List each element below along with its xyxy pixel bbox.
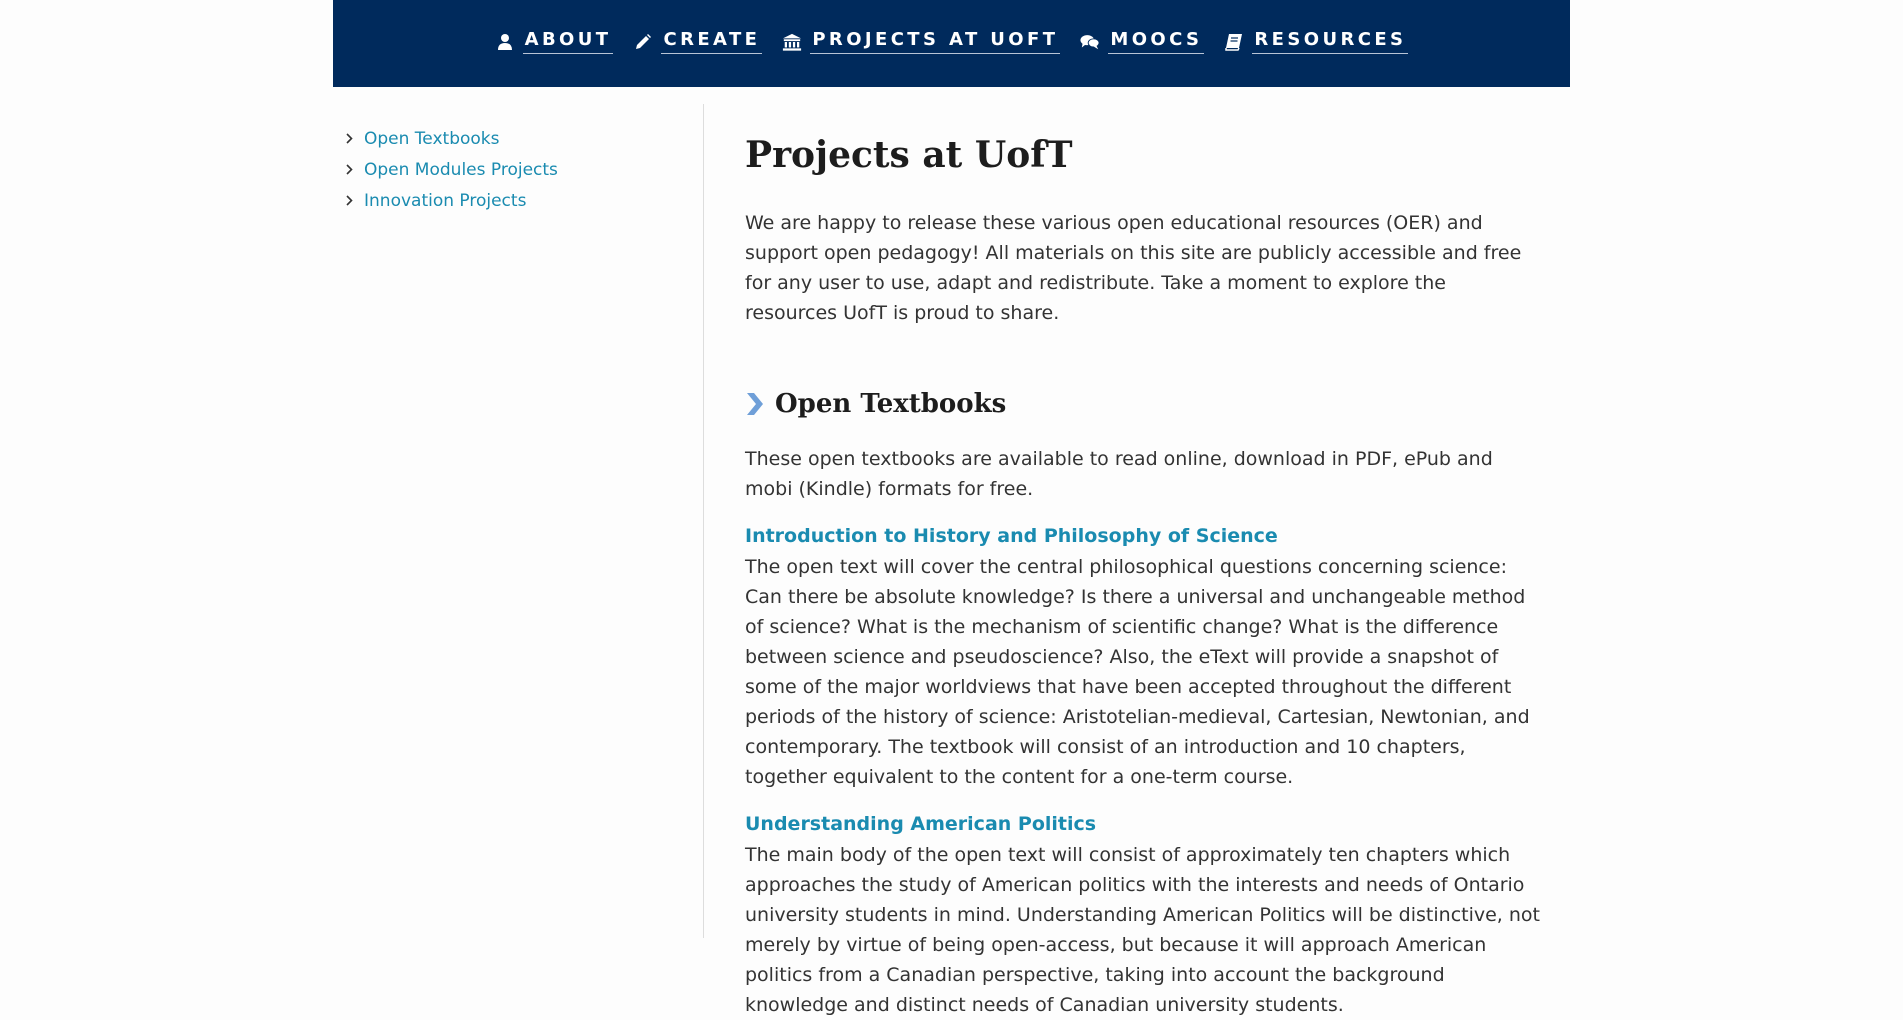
sidebar: Open Textbooks Open Modules Projects Inn… [344,123,684,216]
main-content: Projects at UofT We are happy to release… [745,130,1540,1020]
section-header: Open Textbooks [745,386,1540,422]
sidebar-item-label: Innovation Projects [364,190,527,211]
nav-about-label: ABOUT [522,30,614,54]
chevron-right-icon [344,164,354,175]
sidebar-item-label: Open Modules Projects [364,159,558,180]
column-divider [703,104,704,938]
comments-icon [1080,32,1100,52]
nav-create-label: CREATE [661,30,763,54]
project-item: Understanding American Politics The main… [745,810,1540,1020]
nav-create[interactable]: CREATE [633,30,763,54]
main-nav: ABOUT CREATE PROJECTS AT UOFT MOOCS RESO… [333,30,1570,54]
nav-moocs[interactable]: MOOCS [1080,30,1205,54]
sidebar-item-innovation[interactable]: Innovation Projects [344,185,684,216]
section-description: These open textbooks are available to re… [745,448,1493,500]
book-icon [1224,32,1244,52]
project-item: Introduction to History and Philosophy o… [745,522,1540,792]
page-title: Projects at UofT [745,134,1073,176]
chevron-right-icon [344,133,354,144]
chevron-right-icon [344,195,354,206]
nav-projects[interactable]: PROJECTS AT UOFT [782,30,1061,54]
nav-moocs-label: MOOCS [1108,30,1205,54]
nav-about[interactable]: ABOUT [495,30,614,54]
project-title-link[interactable]: Understanding American Politics [745,810,1540,838]
intro-paragraph: We are happy to release these various op… [745,212,1522,324]
section-title: Open Textbooks [775,389,1007,419]
site-header: ABOUT CREATE PROJECTS AT UOFT MOOCS RESO… [333,0,1570,87]
project-description: The open text will cover the central phi… [745,556,1530,788]
nav-resources-label: RESOURCES [1252,30,1409,54]
sidebar-item-open-modules[interactable]: Open Modules Projects [344,154,684,185]
sidebar-item-label: Open Textbooks [364,128,500,149]
project-title-link[interactable]: Introduction to History and Philosophy o… [745,522,1540,550]
sidebar-item-open-textbooks[interactable]: Open Textbooks [344,123,684,154]
institution-icon [782,32,802,52]
nav-projects-label: PROJECTS AT UOFT [810,30,1061,54]
pencil-icon [633,32,653,52]
user-icon [495,32,515,52]
nav-resources[interactable]: RESOURCES [1224,30,1409,54]
chevron-right-icon [745,391,765,417]
project-description: The main body of the open text will cons… [745,844,1540,1016]
